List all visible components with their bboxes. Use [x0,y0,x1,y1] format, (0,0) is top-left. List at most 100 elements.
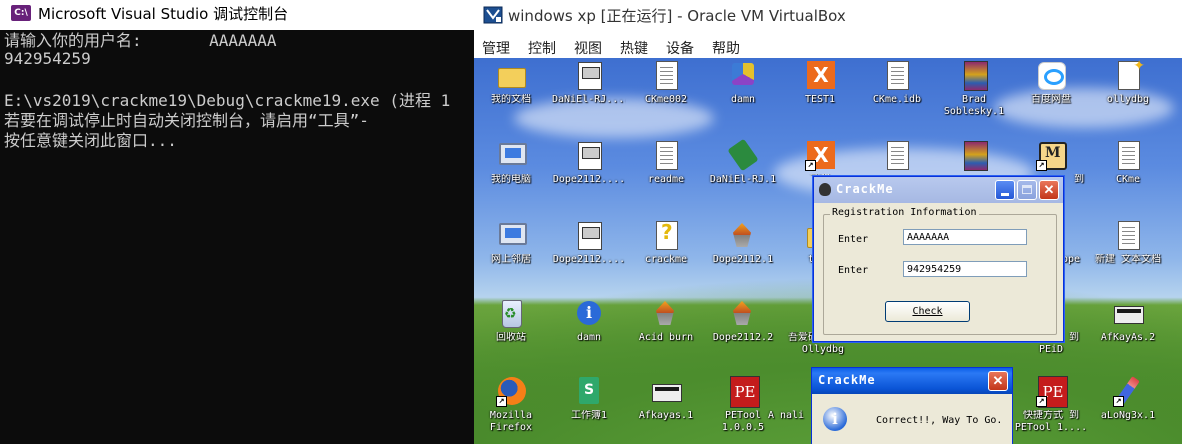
desktop-icon-my-documents[interactable]: 我的文档 [474,60,548,106]
desktop-icon-damn-info[interactable]: i damn [552,298,626,344]
console-line: E:\vs2019\crackme19\Debug\crackme19.exe … [4,91,451,110]
winrar-icon [959,60,989,91]
menu-view[interactable]: 视图 [574,38,602,58]
tool-icon: X ↗ [805,140,835,171]
crackme-title: CrackMe [836,182,894,196]
desktop-icon-ckme-idb[interactable]: CKme.idb [860,60,934,106]
desktop-icon-ollydbg[interactable]: ollydbg [1091,58,1165,106]
desktop-icon-damn[interactable]: damn [706,60,780,106]
pe-icon: PE ↗ [1036,376,1068,408]
desktop-icon-ckme[interactable]: CKme [1091,140,1165,186]
desktop-icon-brad-soblesky[interactable]: Brad Soblesky.1 [937,60,1011,118]
torch-icon [728,220,758,250]
registration-group-label: Registration Information [830,207,979,218]
field1-label: Enter [838,234,869,245]
baidu-netdisk-icon [1036,60,1066,90]
winrar-icon [959,140,989,171]
console-line: 按任意键关闭此窗口... [4,131,177,150]
message-box-title: CrackMe [818,373,876,387]
desktop-icon-file[interactable] [860,140,934,170]
crackme-dialog[interactable]: CrackMe ✕ Registration Information Enter… [813,176,1064,342]
desktop-icon-along3x[interactable]: ↗ aLoNg3x.1 [1091,376,1165,422]
desktop-icon-crackme[interactable]: crackme [629,220,703,266]
virtualbox-window[interactable]: windows xp [正在运行] - Oracle VM VirtualBox… [474,0,1182,444]
console-line: 请输入你的用户名: AAAAAAA [4,31,277,50]
console-titlebar[interactable]: C:\ Microsoft Visual Studio 调试控制台 [0,0,474,30]
desktop-icon-dope2112-1[interactable]: Dope2112.1 [706,220,780,266]
desktop-icon-anali[interactable]: A nali [766,376,806,422]
desktop-icon-network[interactable]: 网上邻居 [474,220,548,266]
network-icon [496,220,527,250]
maximize-button[interactable] [1017,180,1037,200]
keyboard-icon [1113,298,1144,328]
desktop-icon-afkayas-2[interactable]: AfKayAs.2 [1091,298,1165,344]
desktop-icon-winrar-2[interactable] [937,140,1011,171]
desktop-icon-afkayas-1[interactable]: Afkayas.1 [629,376,703,422]
exe-icon [771,376,801,406]
program-icon: ↗ [1036,140,1067,171]
desktop-icon-daniel-rj-1[interactable]: DaNiEl-RJ.1 [706,138,780,186]
name-input[interactable]: AAAAAAA [903,229,1027,245]
check-button[interactable]: Check [885,301,970,322]
bug-app-icon [819,183,831,196]
message-box[interactable]: CrackMe ✕ i Correct!!, Way To Go. [811,367,1013,444]
xp-desktop[interactable]: 我的文档 DaNiEl-RJ.... CKme002 damn X TEST1 … [474,58,1182,444]
menu-manage[interactable]: 管理 [482,38,510,58]
desktop-icon-dope2112-a[interactable]: Dope2112.... [552,140,626,186]
desktop-icon-dope2112-2[interactable]: Dope2112.2 [706,298,780,344]
console-title: Microsoft Visual Studio 调试控制台 [38,5,289,23]
exe-icon [574,220,604,250]
desktop-icon-baidu[interactable]: 百度网盘 [1014,60,1088,106]
desktop-icon-acid-burn[interactable]: Acid burn [629,298,703,344]
recycle-bin-icon [496,298,526,328]
exe-icon [574,140,604,170]
document-icon [651,60,681,90]
file-icon [882,60,912,90]
message-text: Correct!!, Way To Go. [876,415,1003,426]
message-box-titlebar[interactable]: CrackMe ✕ [812,368,1012,394]
pe-icon: PE [728,376,760,408]
virtualbox-menubar: 管理 控制 视图 热键 设备 帮助 [474,34,1182,58]
desktop-icon-dope2112-b[interactable]: Dope2112.... [552,220,626,266]
virtualbox-titlebar[interactable]: windows xp [正在运行] - Oracle VM VirtualBox [474,0,1182,32]
file-icon [882,140,912,170]
message-close-button[interactable]: ✕ [988,371,1008,391]
desktop-icon-test1[interactable]: X TEST1 [783,60,857,106]
desktop-icon-firefox[interactable]: ↗ Mozilla Firefox [474,376,548,434]
virtualbox-title: windows xp [正在运行] - Oracle VM VirtualBox [508,7,846,25]
desktop-icon-ckme002[interactable]: CKme002 [629,60,703,106]
console-line: 若要在调试停止时自动关闭控制台，请启用“工具”- [4,111,369,130]
spreadsheet-icon: S [574,376,604,406]
console-output[interactable]: 请输入你的用户名: AAAAAAA 942954259 E:\vs2019\cr… [0,30,474,444]
desktop-icon-new-text[interactable]: 新建 文本文档 [1091,220,1165,266]
console-line: 942954259 [4,49,91,68]
torch-icon [651,298,681,328]
menu-hotkeys[interactable]: 热键 [620,38,648,58]
my-documents-icon [496,60,526,90]
menu-help[interactable]: 帮助 [712,38,740,58]
info-icon: i [574,298,604,328]
desktop-icon-readme[interactable]: readme [629,140,703,186]
close-button[interactable]: ✕ [1039,180,1059,200]
information-icon: i [823,407,847,431]
cube-icon [728,60,758,90]
desktop-icon-my-computer[interactable]: 我的电脑 [474,140,548,186]
console-window[interactable]: C:\ Microsoft Visual Studio 调试控制台 请输入你的用… [0,0,474,444]
keyboard-icon [651,376,682,406]
serial-input[interactable]: 942954259 [903,261,1027,277]
desktop-icon-workbook[interactable]: S 工作簿1 [552,376,626,422]
desktop-icon-recycle-bin[interactable]: 回收站 [474,298,548,344]
torch-icon [728,298,758,328]
firefox-icon: ↗ [496,376,526,407]
desktop-icon-daniel-rj[interactable]: DaNiEl-RJ.... [552,60,626,106]
pencil-icon: ↗ [1113,376,1143,407]
document-icon [651,140,681,170]
my-computer-icon [496,140,527,170]
document-icon [1113,220,1143,250]
menu-devices[interactable]: 设备 [666,38,694,58]
menu-control[interactable]: 控制 [528,38,556,58]
desktop-icon-petool-shortcut[interactable]: PE ↗ 快捷方式 到 PETool 1.... [1014,376,1088,434]
document-icon [1113,140,1143,170]
minimize-button[interactable] [995,180,1015,200]
crackme-titlebar[interactable]: CrackMe ✕ [814,177,1063,203]
